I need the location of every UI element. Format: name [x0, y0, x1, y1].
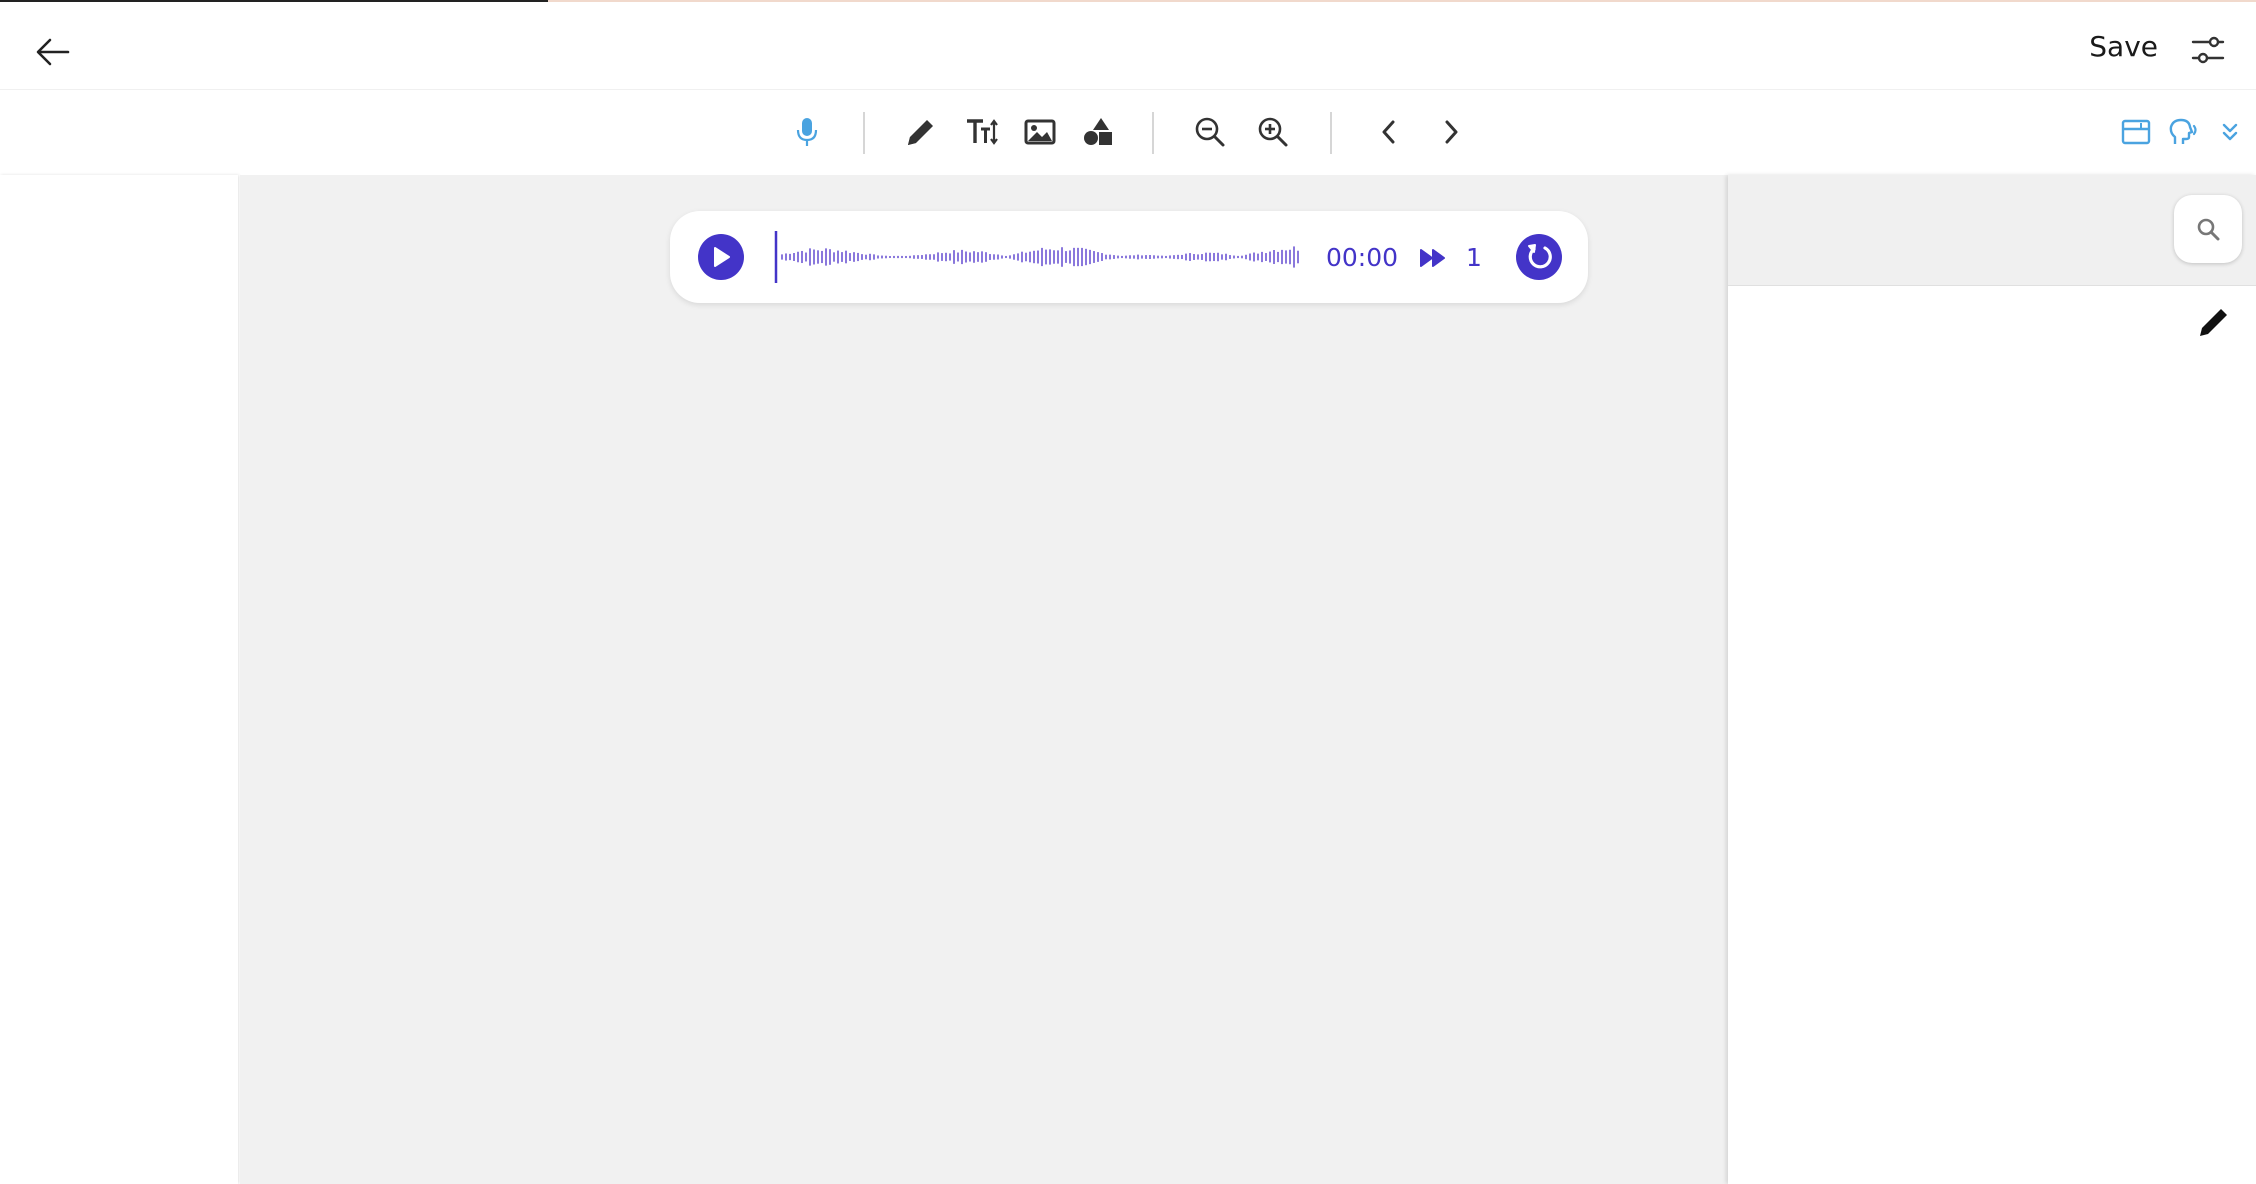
next-page-button[interactable]: [1427, 108, 1475, 156]
pencil-icon: [2200, 309, 2227, 336]
text-tool-button[interactable]: [958, 108, 1006, 156]
right-side-panel: [1728, 175, 2256, 1184]
zoom-in-button[interactable]: [1249, 108, 1297, 156]
zoom-out-button[interactable]: [1186, 108, 1234, 156]
header-bar: Save: [0, 2, 2256, 90]
waveform-icon[interactable]: [774, 229, 1304, 285]
speaking-head-icon: [2169, 118, 2197, 144]
right-panel-header: [1728, 175, 2256, 286]
edit-button[interactable]: [2192, 300, 2236, 344]
image-tool-button[interactable]: [1016, 108, 1064, 156]
playback-speed[interactable]: 1: [1466, 243, 1482, 272]
sliders-icon: [2191, 36, 2225, 64]
fast-forward-icon[interactable]: [1418, 243, 1448, 273]
note-canvas[interactable]: [240, 175, 1728, 1184]
panel-layout-icon: [2121, 119, 2151, 145]
arrow-left-icon: [36, 38, 70, 66]
playback-time: 00:00: [1326, 243, 1399, 272]
back-button[interactable]: [30, 32, 76, 72]
layout-button[interactable]: [2112, 108, 2160, 156]
toolbar-divider: [863, 112, 865, 154]
record-button[interactable]: [783, 108, 831, 156]
read-aloud-button[interactable]: [2160, 108, 2208, 156]
restart-icon: [1528, 244, 1552, 269]
play-button[interactable]: [698, 234, 744, 280]
toolbar-divider: [1152, 112, 1154, 154]
image-icon: [1024, 119, 1056, 145]
main-toolbar: [0, 90, 2256, 174]
previous-page-button[interactable]: [1365, 108, 1413, 156]
double-chevron-down-icon: [2222, 123, 2238, 141]
zoom-in-icon: [1258, 117, 1288, 147]
shapes-tool-button[interactable]: [1074, 108, 1122, 156]
search-button[interactable]: [2174, 195, 2242, 263]
play-icon: [714, 247, 730, 267]
restart-button[interactable]: [1516, 234, 1562, 280]
toolbar-divider: [1330, 112, 1332, 154]
save-button[interactable]: Save: [2089, 30, 2158, 63]
pen-tool-button[interactable]: [897, 108, 945, 156]
microphone-icon: [796, 118, 818, 146]
shapes-icon: [1084, 118, 1112, 145]
audio-player: 00:00 1: [670, 211, 1588, 303]
settings-button[interactable]: [2190, 32, 2226, 68]
zoom-out-icon: [1195, 117, 1225, 147]
search-icon: [2197, 218, 2220, 241]
chevron-right-icon: [1445, 120, 1458, 144]
text-size-icon: [967, 119, 998, 145]
pencil-icon: [908, 120, 933, 145]
page-thumbnails-panel: [0, 175, 238, 1184]
chevron-left-icon: [1382, 120, 1395, 144]
expand-toolbar-button[interactable]: [2210, 108, 2250, 156]
